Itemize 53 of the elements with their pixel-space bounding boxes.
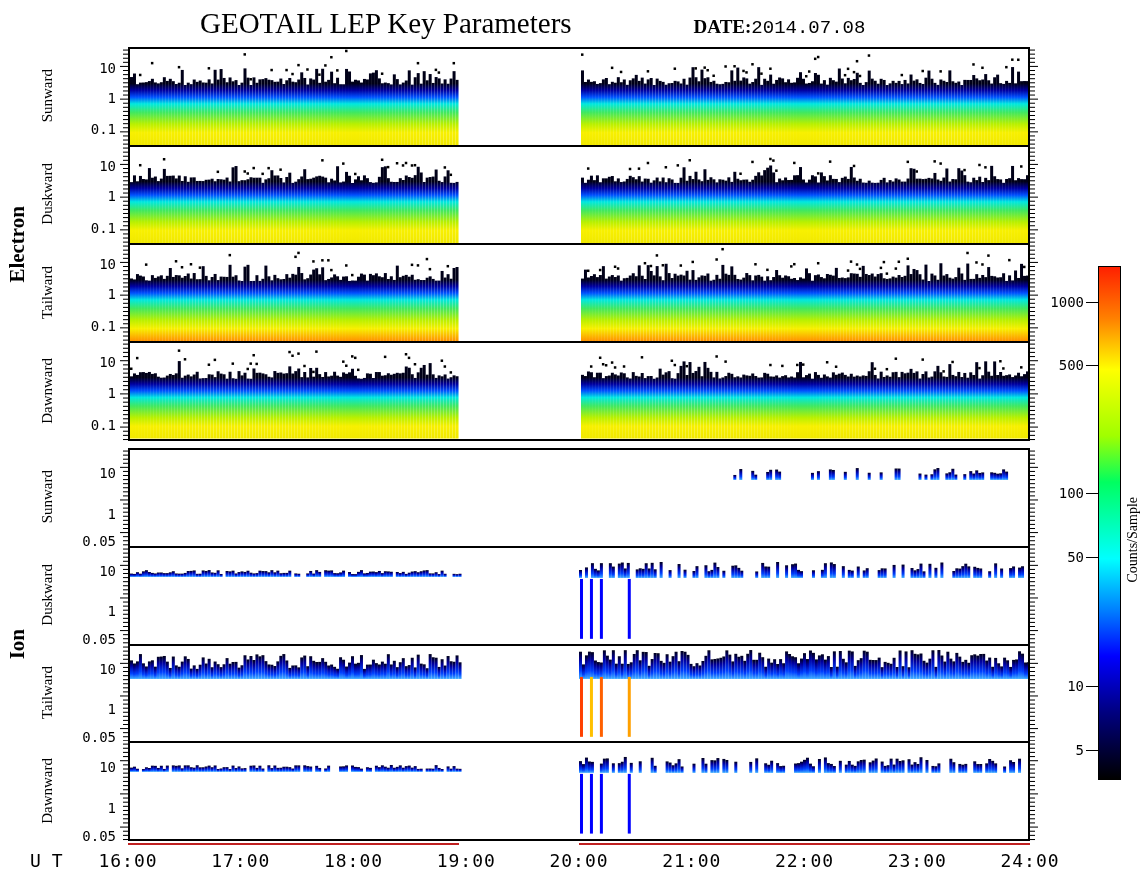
group-label: Ion [4,629,30,660]
y-tick-label: 0.05 [82,532,116,549]
colorbar-label: Counts/Sample [1124,497,1141,583]
x-tick-label: 22:00 [774,850,835,871]
colorbar-tick-label: 500 [1058,357,1084,373]
panel-label: Tailward [38,265,56,319]
group-label: Electron [4,205,30,283]
x-tick-label: 17:00 [211,850,271,871]
y-tick-label: 0.1 [90,219,116,236]
x-tick-label: 23:00 [887,850,947,871]
colorbar-tick-label: 100 [1058,485,1084,501]
x-tick-label: 21:00 [662,850,722,871]
y-tick-label: 0.05 [82,630,116,647]
y-tick-label: 10 [99,563,116,580]
x-tick-label: 19:00 [436,850,496,871]
chart-title: GEOTAIL LEP Key Parameters [200,7,572,40]
colorbar-tick-label: 10 [1067,678,1084,694]
y-tick-label: 0.1 [90,317,116,334]
colorbar-tick-label: 1000 [1050,294,1084,310]
y-tick-label: 1 [107,90,116,107]
y-tick-label: 10 [99,354,116,371]
panel-label: Dawnward [38,758,56,825]
panel-label: Duskward [38,563,56,626]
y-tick-label: 1 [107,701,116,718]
y-tick-label: 0.05 [82,728,116,745]
y-tick-label: 1 [107,385,116,402]
y-tick-label: 10 [99,661,116,678]
panel-label: Dawnward [38,358,56,425]
panel-label: Sunward [38,470,56,524]
x-tick-label: 24:00 [1000,850,1060,871]
y-tick-label: 1 [107,603,116,620]
x-tick-label: 16:00 [98,850,158,871]
colorbar-tick-label: 50 [1067,549,1084,565]
panel-label: Sunward [38,69,56,123]
y-tick-label: 10 [99,255,116,272]
y-tick-label: 10 [99,59,116,76]
y-tick-label: 1 [107,800,116,817]
y-tick-label: 10 [99,759,116,776]
y-tick-label: 0.1 [90,121,116,138]
panel-label: Duskward [38,163,56,226]
y-tick-label: 1 [107,286,116,303]
x-tick-label: 18:00 [323,850,384,871]
y-tick-label: 10 [99,157,116,174]
y-tick-label: 10 [99,465,116,482]
panel-label: Tailward [38,666,56,720]
colorbar-tick-label: 5 [1075,742,1084,758]
y-tick-label: 1 [107,505,116,522]
y-tick-label: 0.1 [90,417,116,434]
date-label: DATE: [693,16,752,38]
y-tick-label: 1 [107,188,116,205]
y-tick-label: 0.05 [82,828,116,844]
x-tick-label: 20:00 [549,850,609,871]
date-value: 2014.07.08 [751,17,866,39]
